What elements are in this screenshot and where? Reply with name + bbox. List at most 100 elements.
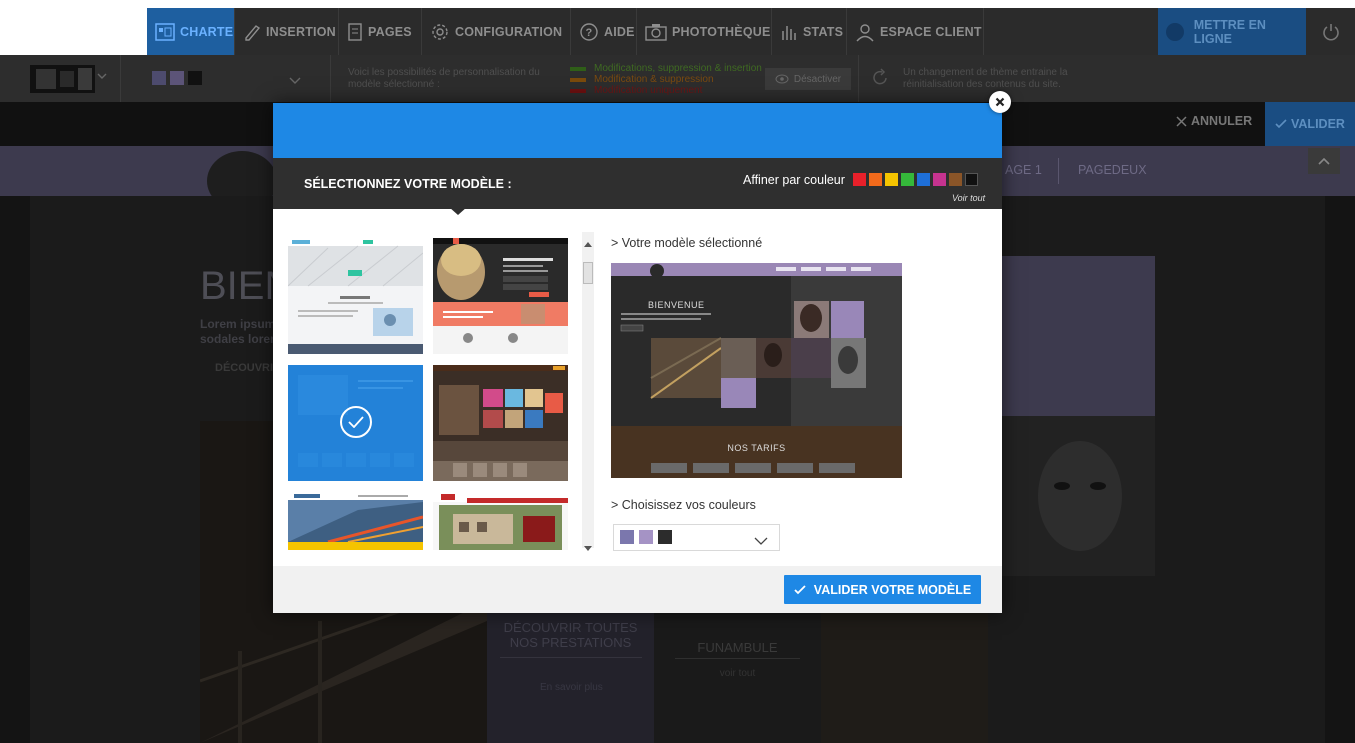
nav-stats[interactable]: STATS <box>772 8 847 55</box>
scroll-up-icon[interactable] <box>584 234 592 252</box>
hero-line: Lorem ipsum <box>200 317 276 331</box>
filter-color-orange[interactable] <box>869 173 882 186</box>
theme-warning: Un changement de thème entraine la réini… <box>903 67 1103 91</box>
template-thumbnail[interactable] <box>288 492 423 550</box>
divider <box>675 658 800 659</box>
check-icon <box>794 584 806 595</box>
site-card-title: FUNAMBULE <box>697 640 778 655</box>
site-card-link: voir tout <box>719 668 756 679</box>
info-text: Voici les possibilités de personnalisati… <box>348 67 558 91</box>
modal-header <box>273 103 1002 158</box>
desactiver-button[interactable]: Désactiver <box>765 68 851 90</box>
user-icon <box>855 22 875 42</box>
palette-swatch <box>658 530 672 544</box>
publish-icon <box>1166 22 1184 41</box>
hero-line: sodales lorem <box>200 332 281 346</box>
site-purple-block <box>1000 256 1155 416</box>
annuler-label: ANNULER <box>1191 114 1253 128</box>
gear-icon <box>430 22 450 42</box>
preview-hero-title: BIENVENUE <box>648 300 705 310</box>
close-icon <box>995 97 1005 107</box>
nav-aide[interactable]: ? AIDE <box>571 8 637 55</box>
chevron-up-icon[interactable] <box>1308 148 1340 174</box>
palette-icon <box>155 22 175 41</box>
desactiver-label: Désactiver <box>793 73 842 85</box>
scroll-down-icon[interactable] <box>584 539 592 557</box>
theme-thumbnail[interactable] <box>30 65 95 93</box>
scroll-thumb[interactable] <box>583 262 593 284</box>
info-line-2: modèle sélectionné : <box>348 79 440 90</box>
nav-label: ESPACE CLIENT <box>880 24 982 39</box>
warning-line-2: réinitialisation des contenus du site. <box>903 79 1061 90</box>
template-thumbnail[interactable] <box>433 492 568 550</box>
colors-heading: > Choisissez vos couleurs <box>611 498 756 512</box>
valider-label: VALIDER <box>1291 117 1345 131</box>
divider <box>858 55 859 102</box>
legend-item: Modification uniquement <box>570 85 762 96</box>
top-navigation: CHARTE INSERTION PAGES CONFIGURATION ? A… <box>147 8 1355 55</box>
filter-color-yellow[interactable] <box>885 173 898 186</box>
filter-color-brown[interactable] <box>949 173 962 186</box>
nav-label: AIDE <box>604 24 635 39</box>
selected-template-preview: BIENVENUE NOS TARIFS <box>611 263 902 478</box>
eye-icon <box>775 74 789 84</box>
nav-pages[interactable]: PAGES <box>339 8 422 55</box>
pages-icon <box>347 22 363 41</box>
refresh-icon <box>870 68 890 93</box>
publish-button[interactable]: METTRE EN LIGNE <box>1158 8 1306 55</box>
nav-charte[interactable]: CHARTE <box>147 8 235 55</box>
valider-modele-button[interactable]: VALIDER VOTRE MODÈLE <box>784 575 981 604</box>
filter-color-pink[interactable] <box>933 173 946 186</box>
divider <box>330 55 331 102</box>
color-filter-label: Affiner par couleur <box>743 173 845 187</box>
stats-icon <box>780 23 798 41</box>
nav-configuration[interactable]: CONFIGURATION <box>422 8 571 55</box>
permission-legend: Modifications, suppression & insertion M… <box>570 63 762 96</box>
close-modal-button[interactable] <box>989 91 1011 113</box>
divider <box>1058 158 1059 184</box>
power-icon[interactable] <box>1306 8 1355 55</box>
divider <box>500 657 642 658</box>
publish-label: METTRE EN LIGNE <box>1193 17 1266 46</box>
color-palette-select[interactable] <box>152 71 202 85</box>
pencil-icon <box>243 23 261 41</box>
voir-tout-link[interactable]: Voir tout <box>952 193 985 203</box>
chevron-down-icon[interactable] <box>754 533 768 551</box>
theme-toolbar: Voici les possibilités de personnalisati… <box>0 55 1355 102</box>
filter-color-blue[interactable] <box>917 173 930 186</box>
selected-check-icon <box>340 406 372 438</box>
nav-label: INSERTION <box>266 24 336 39</box>
legend-item: Modification & suppression <box>570 74 762 85</box>
thumbnails-scrollbar[interactable] <box>582 232 594 551</box>
site-hero-text: Lorem ipsum sodales lorem <box>200 317 281 347</box>
title-bar-pointer <box>449 207 467 215</box>
nav-label: CONFIGURATION <box>455 24 563 39</box>
help-icon: ? <box>579 22 599 42</box>
nav-label: PHOTOTHÈQUE <box>672 24 771 39</box>
template-thumbnail[interactable] <box>433 365 568 481</box>
camera-icon <box>645 23 667 41</box>
template-thumbnail[interactable] <box>433 238 568 354</box>
filter-color-black[interactable] <box>965 173 978 186</box>
site-photo-portrait <box>1000 416 1155 576</box>
filter-color-red[interactable] <box>853 173 866 186</box>
close-icon <box>1176 115 1187 127</box>
color-scheme-select[interactable] <box>613 524 780 551</box>
modal-footer: VALIDER VOTRE MODÈLE <box>273 566 1002 613</box>
chevron-down-icon[interactable] <box>96 69 108 87</box>
selected-template-heading: > Votre modèle sélectionné <box>611 236 763 250</box>
nav-label: STATS <box>803 24 844 39</box>
filter-color-green[interactable] <box>901 173 914 186</box>
info-line-1: Voici les possibilités de personnalisati… <box>348 67 540 78</box>
nav-insertion[interactable]: INSERTION <box>235 8 339 55</box>
legend-item: Modifications, suppression & insertion <box>570 63 762 74</box>
template-thumbnail[interactable] <box>288 238 423 354</box>
chevron-down-icon[interactable] <box>288 73 302 91</box>
nav-phototheque[interactable]: PHOTOTHÈQUE <box>637 8 772 55</box>
site-menu-item: AGE 1 <box>1005 163 1042 177</box>
site-decouvrir-button: DÉCOUVRI <box>215 362 274 374</box>
site-menu-item: PAGEDEUX <box>1078 163 1147 177</box>
nav-espace-client[interactable]: ESPACE CLIENT <box>847 8 984 55</box>
annuler-button[interactable]: ANNULER <box>1176 114 1252 128</box>
valider-button[interactable]: VALIDER <box>1265 102 1355 146</box>
